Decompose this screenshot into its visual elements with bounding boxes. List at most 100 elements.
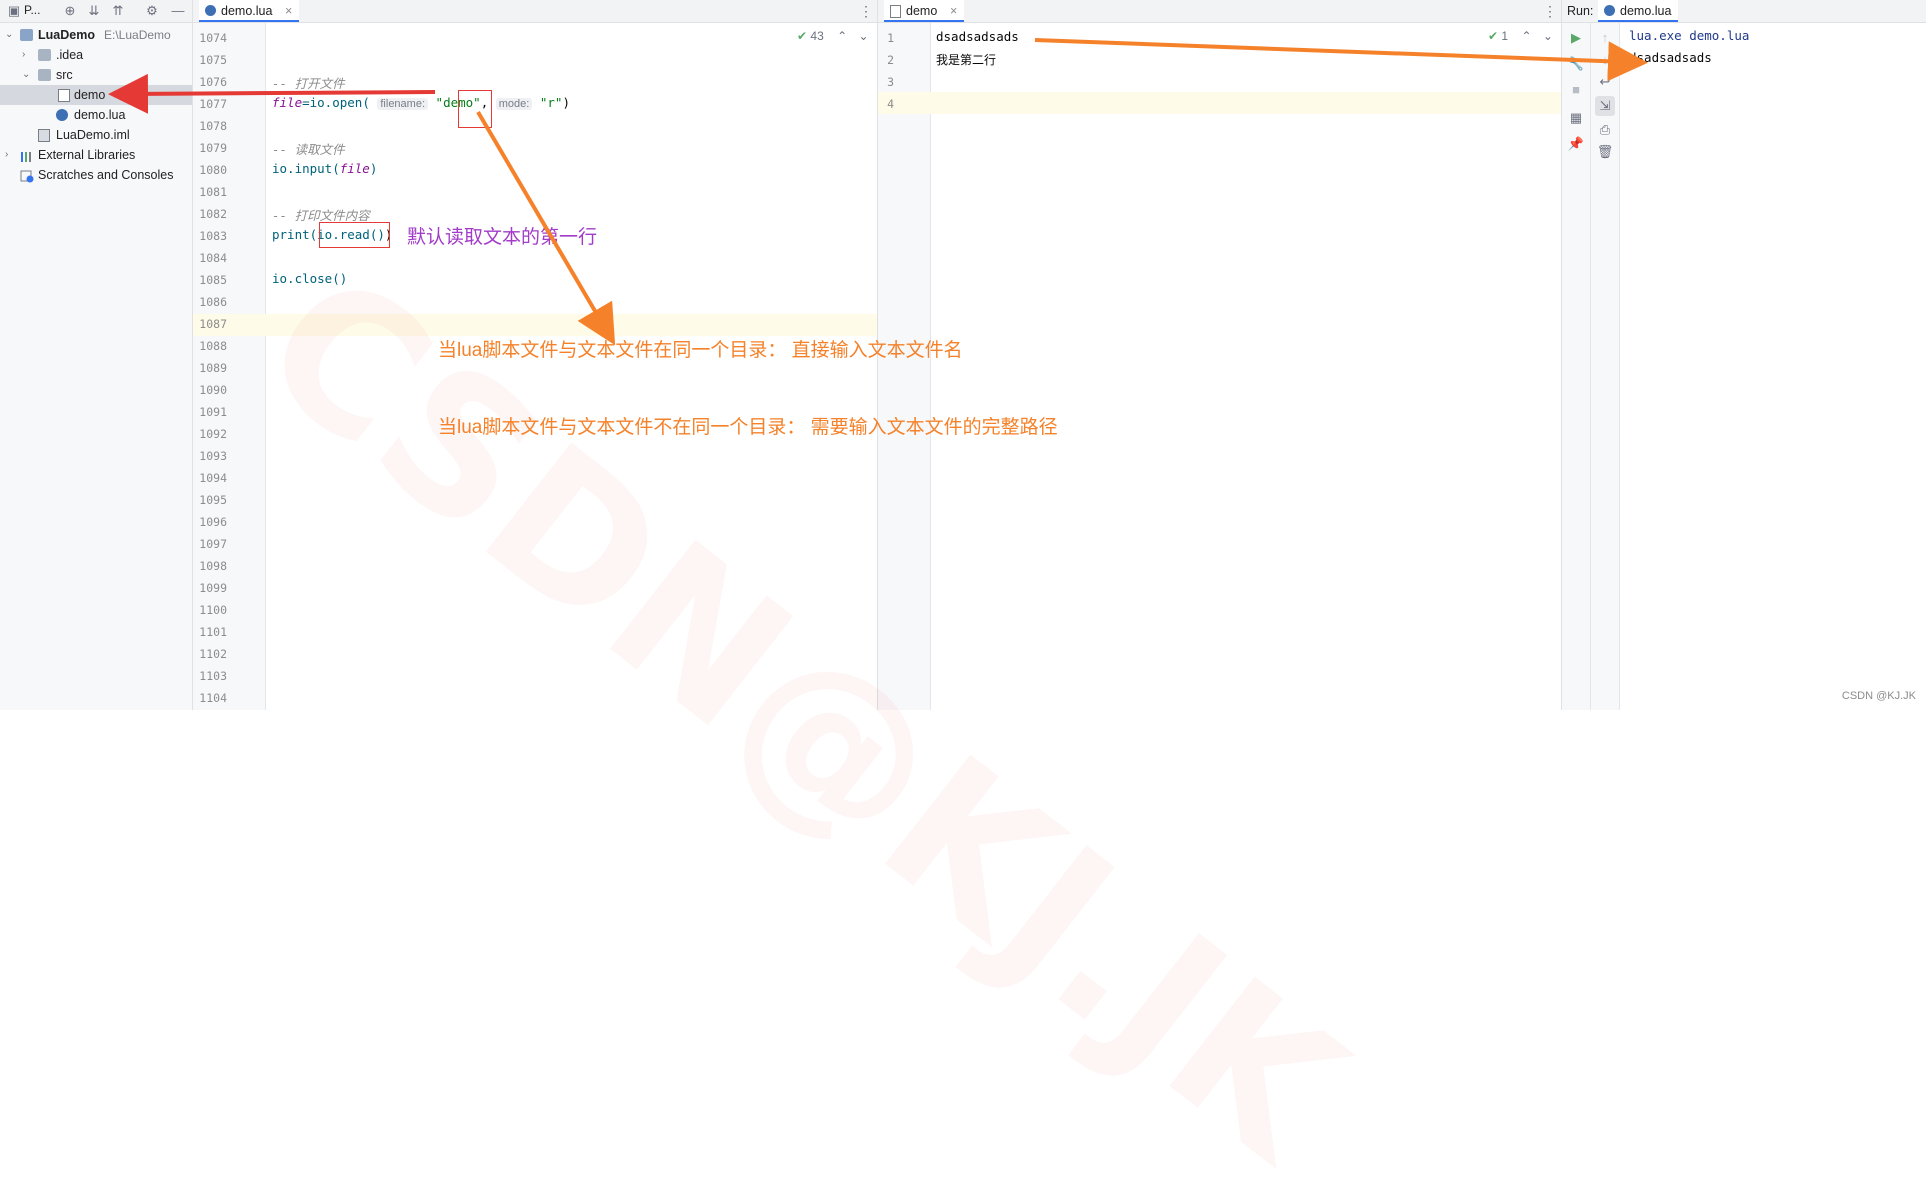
line-number: 1090 bbox=[199, 383, 227, 397]
line-number: 1091 bbox=[199, 405, 227, 419]
line-number: 1104 bbox=[199, 691, 227, 705]
layout-icon[interactable]: ▦ bbox=[1566, 108, 1586, 128]
scratches-icon bbox=[20, 169, 34, 183]
project-view-icon[interactable]: ▣ bbox=[6, 3, 22, 19]
check-icon: ✔ bbox=[797, 29, 808, 43]
inspection-widget[interactable]: ✔ 43 ⌃ ⌄ bbox=[797, 29, 869, 43]
tree-item-external-libraries[interactable]: › External Libraries bbox=[0, 145, 192, 165]
line-number: 1075 bbox=[199, 53, 227, 67]
tree-item-scratches[interactable]: Scratches and Consoles bbox=[0, 165, 192, 185]
annotation-diff-dir: 当lua脚本文件与文本文件不在同一个目录： 需要输入文本文件的完整路径 bbox=[438, 417, 1058, 438]
stop-icon[interactable]: ■ bbox=[1566, 80, 1586, 100]
hide-icon[interactable]: — bbox=[170, 3, 186, 19]
chevron-down-icon[interactable]: ⌄ bbox=[1543, 29, 1553, 43]
tree-item-label: LuaDemo.iml bbox=[56, 128, 130, 142]
line-gutter bbox=[878, 23, 931, 710]
print-icon[interactable]: ⎙ bbox=[1595, 120, 1615, 140]
tree-item-idea[interactable]: › .idea bbox=[0, 45, 192, 65]
tree-item-luademo-iml[interactable]: LuaDemo.iml bbox=[0, 125, 192, 145]
close-icon[interactable]: × bbox=[950, 0, 957, 22]
tree-item-luademo[interactable]: ⌄ LuaDemo E:\LuaDemo bbox=[0, 25, 192, 45]
inspection-count: 43 bbox=[810, 29, 824, 43]
line-number: 1083 bbox=[199, 229, 227, 243]
line-number: 1084 bbox=[199, 251, 227, 265]
tab-label: demo bbox=[906, 4, 938, 18]
tree-item-label: LuaDemo bbox=[38, 28, 95, 42]
more-icon[interactable]: ⋮ bbox=[859, 0, 873, 22]
line-number: 1081 bbox=[199, 185, 227, 199]
arrow-up-icon[interactable]: ↑ bbox=[1595, 28, 1615, 48]
code-line-input: io.input(file) bbox=[272, 161, 378, 176]
inspection-widget[interactable]: ✔ 1 ⌃ ⌄ bbox=[1488, 29, 1553, 43]
tree-item-label: .idea bbox=[56, 48, 84, 62]
run-toolbar-right: ↑ ↓ ↩ ⇲ ⎙ 🗑 bbox=[1591, 23, 1620, 710]
chevron-right-icon[interactable]: › bbox=[5, 145, 8, 165]
tab-run-demo-lua[interactable]: demo.lua bbox=[1598, 0, 1678, 22]
editor-tab-bar: demo × ⋮ bbox=[878, 0, 1561, 23]
tab-demo[interactable]: demo × bbox=[884, 0, 964, 22]
param-hint-filename: filename: bbox=[377, 98, 429, 110]
highlight-box-filename bbox=[458, 90, 492, 128]
soft-wrap-icon[interactable]: ↩ bbox=[1595, 72, 1615, 92]
tree-item-demo[interactable]: demo bbox=[0, 85, 192, 105]
tab-demo-lua[interactable]: demo.lua × bbox=[199, 0, 299, 22]
line-number: 1094 bbox=[199, 471, 227, 485]
text-file-icon bbox=[890, 5, 901, 18]
line-number: 1089 bbox=[199, 361, 227, 375]
run-toolbar-left: ▶ 🔧 ■ ▦ 📌 bbox=[1562, 23, 1591, 710]
line-number: 1099 bbox=[199, 581, 227, 595]
line-number: 1079 bbox=[199, 141, 227, 155]
console-command: lua.exe demo.lua bbox=[1629, 28, 1750, 43]
chevron-down-icon[interactable]: ⌄ bbox=[5, 25, 13, 45]
line-number: 1077 bbox=[199, 97, 227, 111]
pin-icon[interactable]: 📌 bbox=[1566, 134, 1586, 154]
more-icon[interactable]: ⋮ bbox=[1543, 0, 1557, 22]
line-number: 1100 bbox=[199, 603, 227, 617]
tree-item-src[interactable]: ⌄ src bbox=[0, 65, 192, 85]
line-number: 1096 bbox=[199, 515, 227, 529]
line-number: 1092 bbox=[199, 427, 227, 441]
expand-all-icon[interactable]: ⇊ bbox=[86, 3, 102, 19]
line-number: 2 bbox=[887, 53, 894, 67]
wrench-icon[interactable]: 🔧 bbox=[1566, 54, 1586, 74]
locate-icon[interactable]: ⊕ bbox=[62, 3, 78, 19]
line-number: 1 bbox=[887, 31, 894, 45]
chevron-right-icon[interactable]: › bbox=[22, 45, 25, 65]
line-number: 1101 bbox=[199, 625, 227, 639]
close-icon[interactable]: × bbox=[285, 0, 292, 22]
arrow-down-icon[interactable]: ↓ bbox=[1595, 50, 1615, 70]
current-line-highlight bbox=[878, 92, 1561, 114]
library-icon bbox=[20, 149, 33, 162]
project-toolbar-title[interactable]: P... bbox=[24, 3, 40, 17]
gear-icon[interactable]: ⚙ bbox=[144, 3, 160, 19]
param-hint-mode: mode: bbox=[495, 98, 533, 110]
text-line-2: 我是第二行 bbox=[936, 53, 997, 67]
tab-label: demo.lua bbox=[221, 4, 273, 18]
line-number: 1088 bbox=[199, 339, 227, 353]
module-file-icon bbox=[38, 129, 50, 142]
chevron-up-icon[interactable]: ⌃ bbox=[1521, 29, 1531, 43]
tree-item-label: Scratches and Consoles bbox=[38, 168, 174, 182]
line-number: 1076 bbox=[199, 75, 227, 89]
lua-file-icon bbox=[1604, 5, 1615, 16]
corner-watermark: CSDN @KJ.JK bbox=[1841, 690, 1916, 702]
line-number: 1087 bbox=[199, 317, 227, 331]
chevron-down-icon[interactable]: ⌄ bbox=[22, 65, 30, 85]
line-number: 1074 bbox=[199, 31, 227, 45]
project-toolbar: ▣ P... ⊕ ⇊ ⇈ ⚙ — bbox=[0, 0, 192, 23]
tree-item-label: External Libraries bbox=[38, 148, 136, 162]
tree-item-demo-lua[interactable]: demo.lua bbox=[0, 105, 192, 125]
trash-icon[interactable]: 🗑 bbox=[1595, 142, 1615, 162]
code-comment-read: -- 读取文件 bbox=[272, 142, 345, 157]
inspection-count: 1 bbox=[1501, 29, 1509, 43]
line-number: 1080 bbox=[199, 163, 227, 177]
scroll-to-end-icon[interactable]: ⇲ bbox=[1595, 96, 1615, 116]
chevron-up-icon[interactable]: ⌃ bbox=[837, 29, 847, 43]
highlight-box-read bbox=[319, 222, 390, 248]
rerun-icon[interactable]: ▶ bbox=[1566, 28, 1586, 48]
folder-icon bbox=[38, 49, 51, 61]
collapse-all-icon[interactable]: ⇈ bbox=[110, 3, 126, 19]
lua-file-icon bbox=[56, 109, 68, 121]
line-number: 1103 bbox=[199, 669, 227, 683]
editor-tab-bar: demo.lua × ⋮ bbox=[193, 0, 877, 23]
